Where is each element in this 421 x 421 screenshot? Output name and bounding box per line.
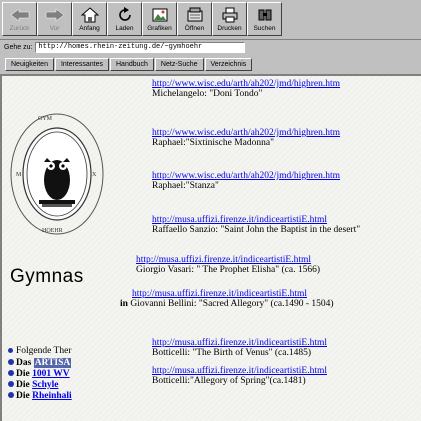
list-item: http://musa.uffizi.firenze.it/indicearti… [152, 215, 360, 235]
entry-description: Botticelli:"Allegory of Spring"(ca.1481) [152, 376, 306, 386]
images-icon [149, 6, 171, 24]
entry-description: in Giovanni Bellini: "Sacred Allegory" (… [120, 299, 334, 309]
entry-link[interactable]: http://www.wisc.edu/arth/ah202/jmd/highr… [152, 171, 340, 181]
entry-link[interactable]: http://musa.uffizi.firenze.it/indicearti… [152, 338, 327, 348]
forward-label: Vor [49, 25, 60, 32]
handbook-button[interactable]: Handbuch [110, 57, 154, 71]
list-item: http://www.wisc.edu/arth/ah202/jmd/highr… [152, 79, 340, 99]
news-button[interactable]: Neuigkeiten [5, 57, 54, 71]
school-name-heading: Gymnas [10, 266, 84, 287]
bullet-icon [8, 359, 14, 365]
entry-description: Giorgio Vasari: " The Prophet Elisha" (c… [136, 265, 321, 275]
list-item: http://www.wisc.edu/arth/ah202/jmd/highr… [152, 171, 340, 191]
navigation-toolbar: Zurück Vor Anfang Laden Grafiken Öffnen [0, 0, 421, 38]
topic-link[interactable]: ARTISA [33, 358, 72, 368]
topic-prefix: Die [16, 380, 30, 390]
list-item: http://www.wisc.edu/arth/ah202/jmd/highr… [152, 128, 340, 148]
svg-text:M: M [16, 172, 22, 178]
topic-item[interactable]: Die 1001 WV [8, 369, 72, 380]
page-content: GYM M X HOEHR http://www.wisc.edu/arth/a… [0, 74, 421, 421]
svg-text:HOEHR: HOEHR [42, 228, 63, 234]
search-button[interactable]: Suchen [247, 2, 282, 36]
bullet-icon [8, 348, 13, 353]
images-button[interactable]: Grafiken [142, 2, 177, 36]
entry-description: Raphael:"Sixtinische Madonna" [152, 138, 274, 148]
entry-description-text: Giovanni Bellini: "Sacred Allegory" (ca.… [130, 299, 334, 309]
bullet-icon [8, 392, 14, 398]
back-button[interactable]: Zurück [2, 2, 37, 36]
entry-description: Michelangelo: "Doni Tondo" [152, 89, 263, 99]
forward-button[interactable]: Vor [37, 2, 72, 36]
list-item: http://musa.uffizi.firenze.it/indicearti… [136, 255, 320, 275]
bullet-icon [8, 370, 14, 376]
topic-item[interactable]: Die Schyle [8, 380, 72, 391]
print-icon [219, 6, 241, 24]
in-prefix: in [120, 299, 128, 309]
list-item: http://musa.uffizi.firenze.it/indicearti… [152, 338, 327, 358]
topics-intro: Folgende Ther [8, 346, 72, 356]
topic-link[interactable]: 1001 WV [32, 369, 70, 379]
school-crest-logo: GYM M X HOEHR [8, 106, 106, 238]
home-label: Anfang [79, 25, 100, 32]
location-bar: Gehe zu: http://homes.rhein-zeitung.de/~… [0, 39, 421, 54]
topic-prefix: Die [16, 391, 30, 401]
topic-item[interactable]: Das ARTISA [8, 358, 72, 369]
forward-arrow-icon [44, 6, 66, 24]
open-label: Öffnen [184, 25, 205, 32]
entry-description: Raphael:"Stanza" [152, 181, 219, 191]
entry-link[interactable]: http://musa.uffizi.firenze.it/indicearti… [152, 215, 360, 225]
topic-link[interactable]: Rheinhali [32, 391, 72, 401]
reload-icon [114, 6, 136, 24]
topic-link[interactable]: Schyle [32, 380, 58, 390]
print-label: Drucken [217, 25, 242, 32]
topic-prefix: Das [16, 358, 32, 368]
search-label: Suchen [253, 25, 276, 32]
net-search-button[interactable]: Netz-Suche [154, 57, 204, 71]
open-button[interactable]: Öffnen [177, 2, 212, 36]
topic-prefix: Die [16, 369, 30, 379]
entry-link[interactable]: http://musa.uffizi.firenze.it/indicearti… [152, 366, 327, 376]
bullet-icon [8, 381, 14, 387]
home-button[interactable]: Anfang [72, 2, 107, 36]
entry-description: Raffaello Sanzio: "Saint John the Baptis… [152, 225, 361, 235]
reload-button[interactable]: Laden [107, 2, 142, 36]
search-icon [254, 6, 276, 24]
directory-button[interactable]: Verzeichnis [204, 57, 253, 71]
back-arrow-icon [9, 6, 31, 24]
entry-description: Botticelli: "The Birth of Venus" (ca.148… [152, 348, 312, 358]
directory-buttons: Neuigkeiten Interessantes Handbuch Netz-… [0, 56, 421, 72]
open-icon [184, 6, 206, 24]
images-label: Grafiken [147, 25, 172, 32]
location-label: Gehe zu: [4, 43, 33, 51]
location-input[interactable]: http://homes.rhein-zeitung.de/~gymhoehr [35, 41, 246, 53]
back-label: Zurück [9, 25, 30, 32]
topics-list: Das ARTISA Die 1001 WV Die Schyle Die Rh… [8, 358, 72, 402]
entry-link[interactable]: http://musa.uffizi.firenze.it/indicearti… [132, 289, 334, 299]
interesting-button[interactable]: Interessantes [54, 57, 109, 71]
reload-label: Laden [115, 25, 134, 32]
svg-text:GYM: GYM [38, 116, 53, 122]
list-item: http://musa.uffizi.firenze.it/indicearti… [152, 366, 327, 386]
list-item: http://musa.uffizi.firenze.it/indicearti… [120, 289, 334, 309]
entry-link[interactable]: http://www.wisc.edu/arth/ah202/jmd/highr… [152, 128, 340, 138]
svg-text:X: X [92, 172, 97, 178]
topics-intro-text: Folgende Ther [16, 346, 72, 356]
print-button[interactable]: Drucken [212, 2, 247, 36]
topic-item[interactable]: Die Rheinhali [8, 391, 72, 402]
entry-link[interactable]: http://www.wisc.edu/arth/ah202/jmd/highr… [152, 79, 340, 89]
entry-link[interactable]: http://musa.uffizi.firenze.it/indicearti… [136, 255, 320, 265]
home-icon [79, 6, 101, 24]
